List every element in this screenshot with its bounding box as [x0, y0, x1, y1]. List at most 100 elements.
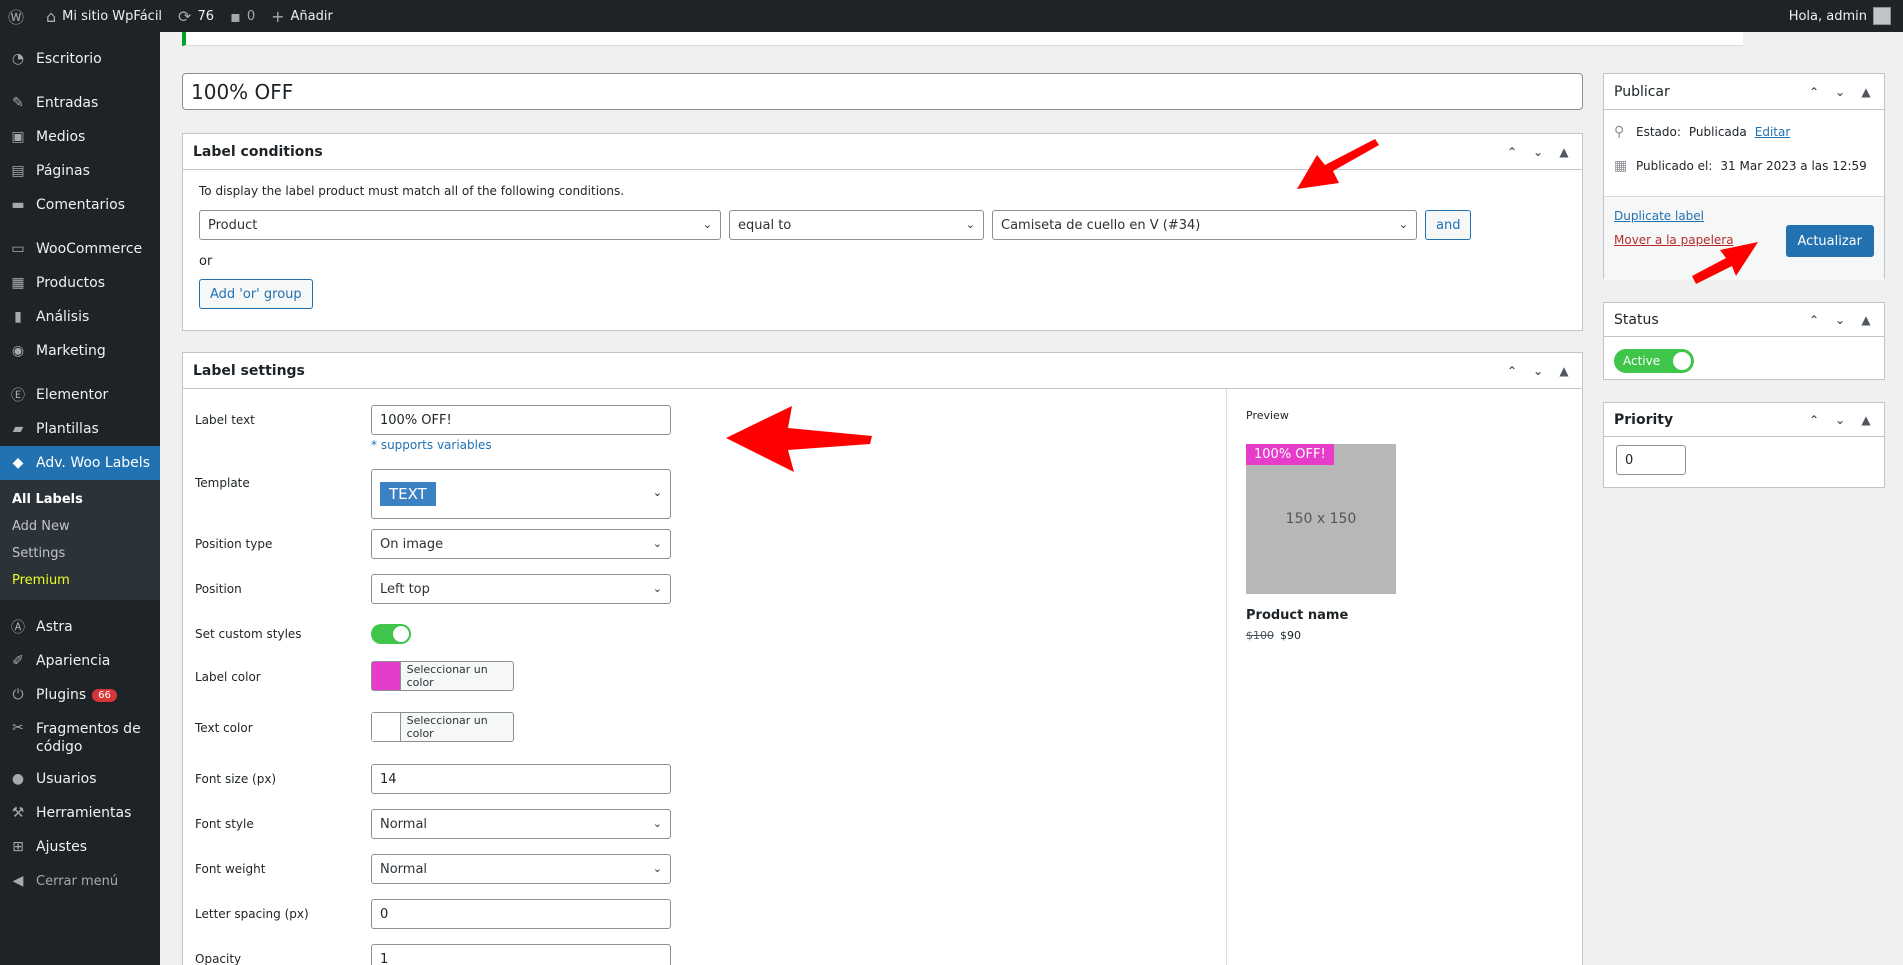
post-title-input[interactable]: 100% OFF	[182, 73, 1583, 110]
text-color-picker[interactable]: Seleccionar un color	[371, 712, 514, 742]
template-select[interactable]: TEXT ⌄	[371, 469, 671, 519]
submenu-settings[interactable]: Settings	[0, 540, 160, 567]
sidebar-item-paginas[interactable]: ▤ Páginas	[0, 154, 160, 188]
supports-variables-link[interactable]: * supports variables	[371, 438, 671, 452]
plus-icon: +	[271, 6, 285, 26]
position-select[interactable]: Left top ⌄	[371, 574, 671, 604]
move-up-icon[interactable]: ⌃	[1806, 413, 1822, 427]
sidebar-item-escritorio[interactable]: ◔ Escritorio	[0, 42, 160, 76]
sidebar-item-herramientas[interactable]: ⚒ Herramientas	[0, 796, 160, 830]
sidebar-item-marketing[interactable]: ◉ Marketing	[0, 334, 160, 368]
priority-input[interactable]: 0	[1616, 445, 1686, 475]
condition-field-select[interactable]: Product ⌄	[199, 210, 721, 240]
sidebar-item-apariencia[interactable]: ✐ Apariencia	[0, 644, 160, 678]
sidebar-item-ajustes[interactable]: ⊞ Ajustes	[0, 830, 160, 864]
box-title: Status	[1614, 311, 1659, 328]
custom-styles-toggle[interactable]	[371, 624, 411, 644]
toggle-panel-icon[interactable]: ▲	[1858, 313, 1874, 327]
position-type-select[interactable]: On image ⌄	[371, 529, 671, 559]
letter-spacing-input[interactable]: 0	[371, 899, 671, 929]
box-title: Priority	[1614, 411, 1674, 428]
sidebar-item-woocommerce[interactable]: ▭ WooCommerce	[0, 232, 160, 266]
preview-divider	[1226, 389, 1227, 965]
account-menu[interactable]: Hola, admin	[1781, 0, 1903, 32]
label-preview: Preview 100% OFF! 150 x 150 Product name…	[1246, 409, 1396, 642]
label-color-picker[interactable]: Seleccionar un color	[371, 661, 514, 691]
sidebar-item-comentarios[interactable]: ▬ Comentarios	[0, 188, 160, 222]
status-box: Status ⌃ ⌄ ▲ Active	[1603, 302, 1885, 380]
add-or-group-button[interactable]: Add 'or' group	[199, 279, 313, 309]
submenu-add-new[interactable]: Add New	[0, 513, 160, 540]
status-active-toggle[interactable]: Active	[1614, 349, 1694, 373]
publish-status-line: ⚲ Estado: Publicada Editar	[1614, 124, 1791, 140]
chevron-down-icon: ⌄	[652, 537, 662, 550]
plug-icon: ⏻	[12, 687, 24, 703]
submenu-premium[interactable]: Premium	[0, 567, 160, 594]
condition-value-select[interactable]: Camiseta de cuello en V (#34) ⌄	[992, 210, 1417, 240]
move-down-icon[interactable]: ⌄	[1832, 85, 1848, 99]
sidebar-item-plugins[interactable]: ⏻ Plugins 66	[0, 678, 160, 712]
site-name-link[interactable]: ⌂ Mi sitio WpFácil	[38, 0, 170, 32]
font-style-select[interactable]: Normal ⌄	[371, 809, 671, 839]
box-title: Label settings	[193, 362, 305, 379]
sidebar-item-fragmentos[interactable]: ✂ Fragmentos de código	[0, 712, 160, 762]
move-up-icon[interactable]: ⌃	[1806, 85, 1822, 99]
template-chip: TEXT	[380, 482, 436, 506]
font-size-input[interactable]: 14	[371, 764, 671, 794]
preview-product-name: Product name	[1246, 608, 1349, 623]
sidebar-item-analisis[interactable]: ▮ Análisis	[0, 300, 160, 334]
font-weight-select[interactable]: Normal ⌄	[371, 854, 671, 884]
collapse-menu-button[interactable]: ◀ Cerrar menú	[0, 864, 160, 898]
tag-icon: ◆	[12, 455, 24, 471]
preview-product-price: $100 $90	[1246, 629, 1301, 642]
folder-icon: ▰	[12, 421, 24, 437]
calendar-icon: ▦	[1614, 158, 1628, 174]
move-down-icon[interactable]: ⌄	[1530, 145, 1546, 159]
toggle-panel-icon[interactable]: ▲	[1556, 364, 1572, 378]
move-down-icon[interactable]: ⌄	[1832, 413, 1848, 427]
sidebar-item-entradas[interactable]: ✎ Entradas	[0, 86, 160, 120]
chevron-down-icon: ⌄	[652, 862, 662, 875]
move-up-icon[interactable]: ⌃	[1806, 313, 1822, 327]
sidebar-item-medios[interactable]: ▣ Medios	[0, 120, 160, 154]
chevron-down-icon: ⌄	[652, 582, 662, 595]
submenu-all-labels[interactable]: All Labels	[0, 486, 160, 513]
product-image-placeholder: 100% OFF! 150 x 150	[1246, 444, 1396, 594]
opacity-input[interactable]: 1	[371, 944, 671, 965]
wordpress-logo-icon[interactable]: Ⓦ	[0, 0, 38, 32]
label-text-input[interactable]: 100% OFF!	[371, 405, 671, 435]
main-content: 100% OFF Label conditions ⌃ ⌄ ▲ To displ…	[160, 32, 1903, 965]
toggle-panel-icon[interactable]: ▲	[1556, 145, 1572, 159]
comments-link[interactable]: ▪ 0	[222, 0, 263, 32]
sidebar-item-adv-woo-labels[interactable]: ◆ Adv. Woo Labels	[0, 446, 160, 480]
move-up-icon[interactable]: ⌃	[1504, 145, 1520, 159]
updates-link[interactable]: ⟳ 76	[170, 0, 222, 32]
add-new-link[interactable]: + Añadir	[263, 0, 341, 32]
brush-icon: ✐	[12, 653, 24, 669]
toggle-panel-icon[interactable]: ▲	[1858, 85, 1874, 99]
label-color-label: Label color	[195, 670, 261, 684]
sidebar-item-plantillas[interactable]: ▰ Plantillas	[0, 412, 160, 446]
duplicate-label-link[interactable]: Duplicate label	[1614, 209, 1704, 223]
sidebar-item-astra[interactable]: Ⓐ Astra	[0, 610, 160, 644]
sidebar-item-productos[interactable]: ▦ Productos	[0, 266, 160, 300]
toggle-panel-icon[interactable]: ▲	[1858, 413, 1874, 427]
label-color-swatch	[372, 662, 401, 690]
edit-status-link[interactable]: Editar	[1755, 125, 1791, 139]
home-icon: ⌂	[46, 6, 57, 26]
sidebar-submenu: All Labels Add New Settings Premium	[0, 480, 160, 600]
chart-icon: ▮	[14, 309, 22, 325]
and-button[interactable]: and	[1425, 210, 1472, 240]
move-down-icon[interactable]: ⌄	[1832, 313, 1848, 327]
move-up-icon[interactable]: ⌃	[1504, 364, 1520, 378]
move-down-icon[interactable]: ⌄	[1530, 364, 1546, 378]
megaphone-icon: ◉	[11, 343, 25, 359]
sidebar-item-usuarios[interactable]: ● Usuarios	[0, 762, 160, 796]
condition-operator-select[interactable]: equal to ⌄	[729, 210, 984, 240]
opacity-label: Opacity	[195, 952, 242, 965]
letter-spacing-label: Letter spacing (px)	[195, 907, 309, 921]
font-weight-label: Font weight	[195, 862, 266, 876]
sidebar-item-elementor[interactable]: Ⓔ Elementor	[0, 378, 160, 412]
label-settings-header: Label settings ⌃ ⌄ ▲	[183, 353, 1582, 389]
update-button[interactable]: Actualizar	[1785, 225, 1874, 257]
